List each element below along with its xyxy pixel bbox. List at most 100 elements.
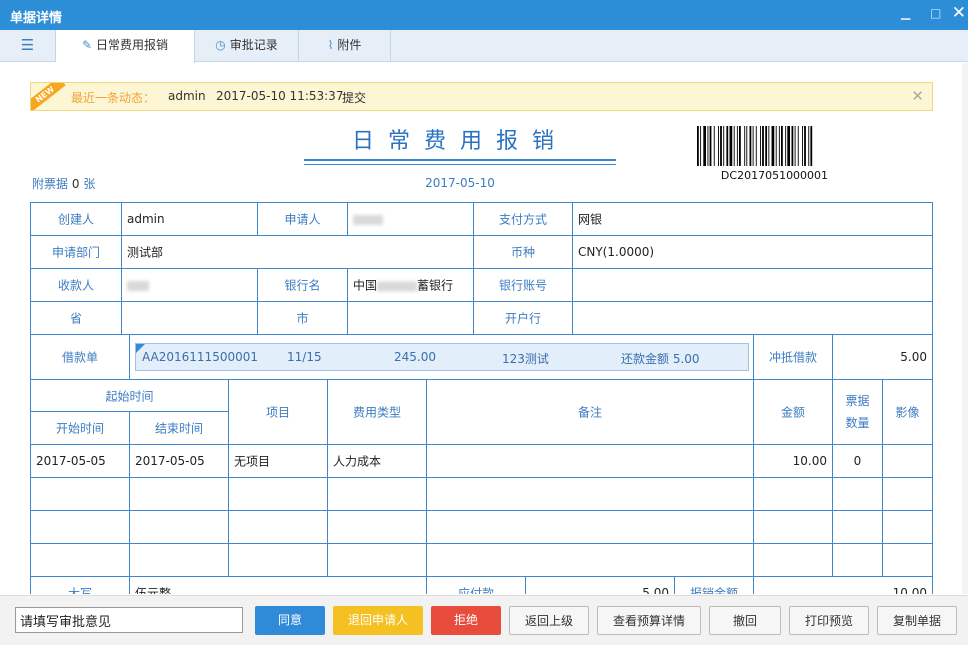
barcode-bar [752,126,754,166]
reimburse-label: 报销金额 [675,577,754,594]
withdraw-button[interactable]: 撤回 [709,606,781,635]
return-previous-button[interactable]: 返回上级 [509,606,589,635]
expense-type-header: 费用类型 [328,380,427,445]
province-label: 省 [31,302,122,335]
barcode-bar [804,126,806,166]
notice-label: 最近一条动态： [71,91,156,105]
loan-number: AA2016111500001 [142,350,259,364]
new-badge: NEW [31,83,67,110]
barcode-bar [771,126,775,166]
empty-table-cell [130,511,229,544]
barcode-bar [765,126,768,166]
title-underline [304,164,616,165]
tab-daily-expense[interactable]: ✎ 日常费用报销 [56,30,195,63]
creator-value: admin [122,203,258,236]
barcode-bar [713,126,715,166]
city-value [348,302,474,335]
payable-label: 应付款 [427,577,526,594]
applicant-label: 申请人 [258,203,348,236]
document-title: 日常费用报销 [351,129,568,154]
caps-label: 大写 [31,577,130,594]
empty-table-cell [883,511,933,544]
close-icon[interactable]: ✕ [952,3,966,23]
empty-table-cell [833,511,883,544]
row-amount: 10.00 [754,445,833,478]
start-time-header: 开始时间 [31,412,130,445]
row-expense-type: 人力成本 [328,445,427,478]
barcode-bar [781,126,783,166]
barcode-bar [707,126,709,166]
empty-table-cell [31,544,130,577]
empty-table-cell [130,544,229,577]
copy-document-button[interactable]: 复制单据 [877,606,957,635]
barcode-bar [726,126,729,166]
caps-value: 伍元整 [130,577,427,594]
barcode-bar [746,126,748,166]
return-applicant-button[interactable]: 退回申请人 [333,606,423,635]
payment-method-value: 网银 [573,203,933,236]
attachment-count[interactable]: 附票据 0 张 [32,175,95,192]
print-preview-button[interactable]: 打印预览 [789,606,869,635]
approve-button[interactable]: 同意 [255,606,325,635]
empty-table-cell [229,511,328,544]
payee-label: 收款人 [31,269,122,302]
empty-table-cell [883,544,933,577]
action-bar: 同意 退回申请人 拒绝 返回上级 查看预算详情 撤回 打印预览 复制单据 [0,595,968,645]
latest-activity-notice: NEW 最近一条动态： admin 2017-05-10 11:53:37 提交… [30,82,933,111]
row-start-date: 2017-05-05 [31,445,130,478]
maximize-icon[interactable]: □ [930,6,941,20]
barcode-bar [749,126,752,166]
barcode-bar [736,126,738,166]
empty-table-cell [229,478,328,511]
barcode-bar [797,126,799,166]
notice-close-icon[interactable]: ✕ [911,87,924,105]
row-end-date: 2017-05-05 [130,445,229,478]
barcode-bar [755,126,757,166]
tab-label: 日常费用报销 [96,38,169,52]
barcode-bar [778,126,780,166]
notice-time: 2017-05-10 11:53:37 [216,89,344,103]
barcode-bar [733,126,735,166]
row-item: 无项目 [229,445,328,478]
empty-table-cell [427,511,754,544]
document-content: NEW 最近一条动态： admin 2017-05-10 11:53:37 提交… [0,63,968,594]
notice-action: 提交 [342,91,367,105]
pencil-icon: ✎ [81,38,93,52]
currency-label: 币种 [474,236,573,269]
title-underline [304,159,616,161]
tab-attachments[interactable]: ⌇ 附件 [299,30,391,62]
department-value: 测试部 [122,236,474,269]
barcode-bar [697,126,699,166]
barcode-bar [739,126,741,166]
branch-label: 开户行 [474,302,573,335]
barcode-bar [760,126,761,166]
period-header: 起始时间 [31,380,229,412]
approval-opinion-input[interactable] [15,607,243,633]
barcode-bar [703,126,706,166]
notice-user: admin [168,89,206,103]
budget-details-button[interactable]: 查看预算详情 [597,606,701,635]
loan-record[interactable]: AA2016111500001 11/15 245.00 123测试 还款金额 … [135,343,749,371]
item-header: 项目 [229,380,328,445]
reimburse-value: 10.00 [754,577,933,594]
barcode-bar [723,126,725,166]
department-label: 申请部门 [31,236,122,269]
tab-label: 审批记录 [229,38,278,52]
window-title: 单据详情 [10,11,63,26]
reject-button[interactable]: 拒绝 [431,606,501,635]
empty-table-cell [229,544,328,577]
barcode-bar [791,126,794,166]
bank-name-value: 中国 蓄银行 [348,269,474,302]
currency-value: CNY(1.0000) [573,236,933,269]
loan-note: 123测试 [502,352,549,366]
vertical-scrollbar[interactable] [962,63,968,594]
province-value [122,302,258,335]
menu-list-icon[interactable]: ☰ [0,30,56,62]
barcode-bar [762,126,764,166]
amount-header: 金额 [754,380,833,445]
tab-approval-records[interactable]: ◷ 审批记录 [195,30,299,62]
empty-table-cell [328,478,427,511]
barcode-bar [794,126,796,166]
minimize-icon[interactable]: ▁ [901,6,910,20]
barcode-bar [768,126,770,166]
